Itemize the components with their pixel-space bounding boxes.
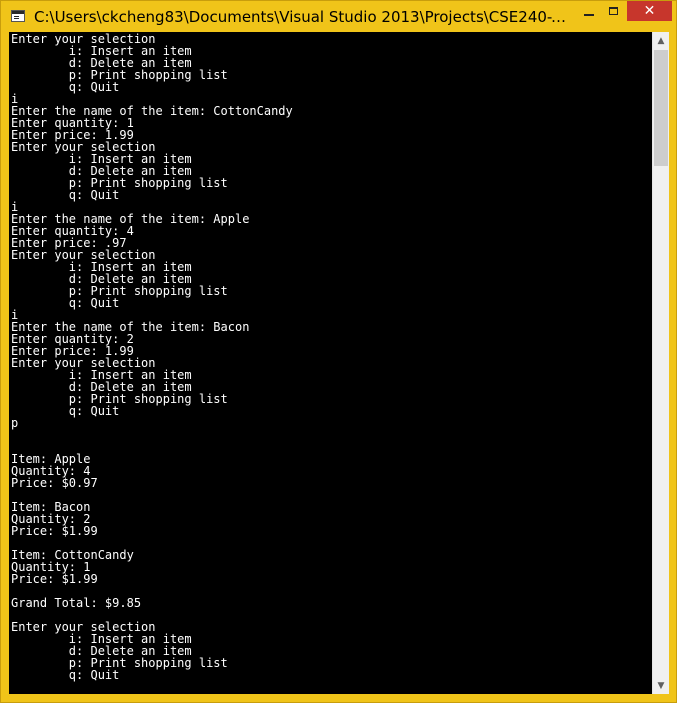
scroll-down-button[interactable]: ▼ — [653, 677, 669, 694]
minimize-icon — [583, 14, 594, 16]
console-text: Enter your selection i: Insert an item d… — [11, 32, 293, 682]
title-bar[interactable]: C:\Users\ckcheng83\Documents\Visual Stud… — [1, 1, 676, 32]
close-button[interactable]: ✕ — [627, 1, 672, 21]
window-bottom-border — [1, 694, 676, 702]
chevron-up-icon: ▲ — [657, 35, 665, 46]
chevron-down-icon: ▼ — [657, 680, 665, 691]
maximize-icon — [609, 7, 618, 15]
console-output[interactable]: Enter your selection i: Insert an item d… — [9, 32, 652, 694]
close-icon: ✕ — [643, 3, 656, 19]
maximize-button[interactable] — [601, 1, 626, 21]
scroll-thumb[interactable] — [654, 50, 668, 166]
minimize-button[interactable] — [576, 1, 601, 21]
scroll-up-button[interactable]: ▲ — [653, 32, 669, 49]
window-title: C:\Users\ckcheng83\Documents\Visual Stud… — [34, 8, 572, 26]
vertical-scrollbar[interactable]: ▲ ▼ — [652, 32, 669, 694]
console-window: C:\Users\ckcheng83\Documents\Visual Stud… — [0, 0, 677, 703]
console-app-icon[interactable] — [11, 10, 25, 22]
